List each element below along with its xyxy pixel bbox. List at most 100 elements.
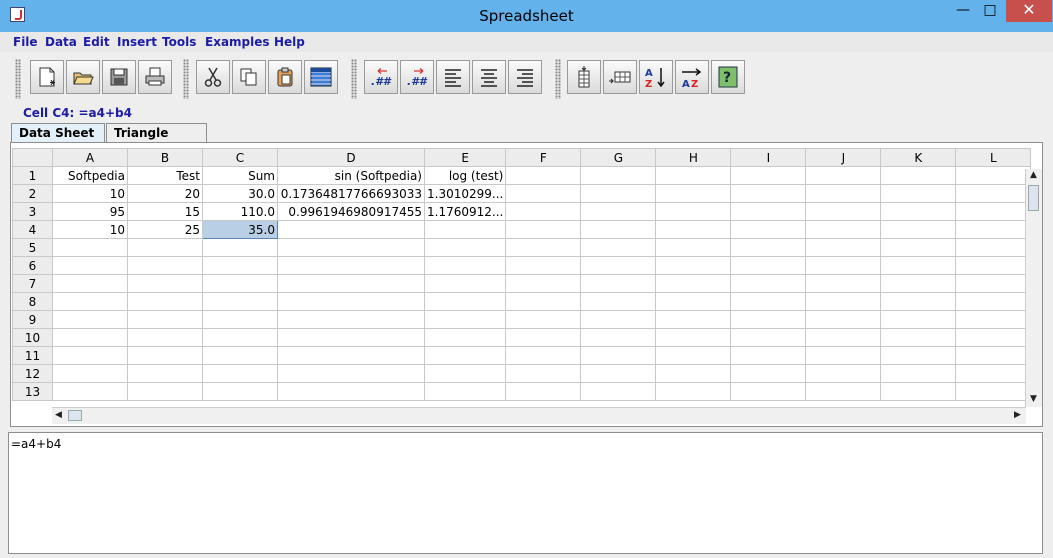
paste-button[interactable] xyxy=(268,60,302,94)
cell-g13[interactable] xyxy=(580,382,657,401)
cell-b8[interactable] xyxy=(127,292,203,311)
cell-b5[interactable] xyxy=(127,238,203,257)
toolbar-grip[interactable] xyxy=(15,59,21,99)
cell-l13[interactable] xyxy=(955,382,1032,401)
increase-decimal-button[interactable]: .## xyxy=(400,60,434,94)
cell-e1[interactable]: log (test) xyxy=(423,166,507,185)
cell-f6[interactable] xyxy=(505,256,582,275)
cell-k12[interactable] xyxy=(880,364,957,383)
cell-e7[interactable] xyxy=(423,274,507,293)
cell-l9[interactable] xyxy=(955,310,1032,329)
cell-g1[interactable] xyxy=(580,166,657,185)
cell-k2[interactable] xyxy=(880,184,957,203)
tab-data-sheet-2[interactable]: Data Sheet 2 xyxy=(11,123,105,158)
cell-k6[interactable] xyxy=(880,256,957,275)
cell-i9[interactable] xyxy=(730,310,807,329)
insert-column-button[interactable] xyxy=(567,60,601,94)
cell-b3[interactable]: 15 xyxy=(127,202,203,221)
column-header-a[interactable]: A xyxy=(52,148,128,167)
cell-a2[interactable]: 10 xyxy=(52,184,128,203)
row-header[interactable]: 3 xyxy=(12,202,53,221)
menu-tools[interactable]: Tools xyxy=(162,35,196,49)
cell-k3[interactable] xyxy=(880,202,957,221)
cell-j13[interactable] xyxy=(805,382,882,401)
align-right-button[interactable] xyxy=(508,60,542,94)
cell-j1[interactable] xyxy=(805,166,882,185)
cell-a7[interactable] xyxy=(52,274,128,293)
vertical-scroll-thumb[interactable] xyxy=(1028,185,1039,211)
cell-i13[interactable] xyxy=(730,382,807,401)
cell-i3[interactable] xyxy=(730,202,807,221)
cell-d10[interactable] xyxy=(277,328,425,347)
cell-a4[interactable]: 10 xyxy=(52,220,128,239)
sort-ascending-button[interactable]: AZ xyxy=(639,60,673,94)
print-button[interactable] xyxy=(138,60,172,94)
cell-g9[interactable] xyxy=(580,310,657,329)
cell-c6[interactable] xyxy=(202,256,278,275)
cell-b6[interactable] xyxy=(127,256,203,275)
row-header[interactable]: 8 xyxy=(12,292,53,311)
cell-e8[interactable] xyxy=(423,292,507,311)
cell-l11[interactable] xyxy=(955,346,1032,365)
scroll-left-icon[interactable]: ◀ xyxy=(55,410,62,420)
scroll-down-icon[interactable]: ▼ xyxy=(1030,394,1037,404)
cell-d8[interactable] xyxy=(277,292,425,311)
scroll-up-icon[interactable]: ▲ xyxy=(1030,170,1037,180)
cell-e6[interactable] xyxy=(423,256,507,275)
row-header[interactable]: 11 xyxy=(12,346,53,365)
cell-j10[interactable] xyxy=(805,328,882,347)
cell-a13[interactable] xyxy=(52,382,128,401)
cell-c13[interactable] xyxy=(202,382,278,401)
cell-k5[interactable] xyxy=(880,238,957,257)
decrease-decimal-button[interactable]: .## xyxy=(364,60,398,94)
cell-f8[interactable] xyxy=(505,292,582,311)
cell-e10[interactable] xyxy=(423,328,507,347)
help-button[interactable]: ? xyxy=(711,60,745,94)
cell-e9[interactable] xyxy=(423,310,507,329)
cell-e13[interactable] xyxy=(423,382,507,401)
cell-k13[interactable] xyxy=(880,382,957,401)
cell-a3[interactable]: 95 xyxy=(52,202,128,221)
close-button[interactable]: ✕ xyxy=(1006,0,1052,22)
cell-a11[interactable] xyxy=(52,346,128,365)
cell-d1[interactable]: sin (Softpedia) xyxy=(277,166,425,185)
menu-insert[interactable]: Insert xyxy=(117,35,157,49)
row-header[interactable]: 7 xyxy=(12,274,53,293)
cell-h2[interactable] xyxy=(655,184,732,203)
cell-j12[interactable] xyxy=(805,364,882,383)
save-button[interactable] xyxy=(102,60,136,94)
cell-j2[interactable] xyxy=(805,184,882,203)
cell-h6[interactable] xyxy=(655,256,732,275)
cell-f9[interactable] xyxy=(505,310,582,329)
row-header[interactable]: 10 xyxy=(12,328,53,347)
cell-g6[interactable] xyxy=(580,256,657,275)
cell-h9[interactable] xyxy=(655,310,732,329)
cell-i12[interactable] xyxy=(730,364,807,383)
cell-e5[interactable] xyxy=(423,238,507,257)
insert-row-button[interactable] xyxy=(603,60,637,94)
cell-g12[interactable] xyxy=(580,364,657,383)
cell-j3[interactable] xyxy=(805,202,882,221)
cell-j4[interactable] xyxy=(805,220,882,239)
cell-h10[interactable] xyxy=(655,328,732,347)
cell-l2[interactable] xyxy=(955,184,1032,203)
cell-d7[interactable] xyxy=(277,274,425,293)
cell-d4[interactable] xyxy=(277,220,425,239)
cell-i10[interactable] xyxy=(730,328,807,347)
cell-b2[interactable]: 20 xyxy=(127,184,203,203)
cell-k4[interactable] xyxy=(880,220,957,239)
cell-c12[interactable] xyxy=(202,364,278,383)
cell-a12[interactable] xyxy=(52,364,128,383)
new-button[interactable] xyxy=(30,60,64,94)
row-header[interactable]: 2 xyxy=(12,184,53,203)
cell-f7[interactable] xyxy=(505,274,582,293)
cell-g5[interactable] xyxy=(580,238,657,257)
cell-g10[interactable] xyxy=(580,328,657,347)
cell-d12[interactable] xyxy=(277,364,425,383)
cell-f4[interactable] xyxy=(505,220,582,239)
cell-c5[interactable] xyxy=(202,238,278,257)
menu-data[interactable]: Data xyxy=(45,35,77,49)
column-header-f[interactable]: F xyxy=(505,148,582,167)
cell-f2[interactable] xyxy=(505,184,582,203)
cell-d13[interactable] xyxy=(277,382,425,401)
